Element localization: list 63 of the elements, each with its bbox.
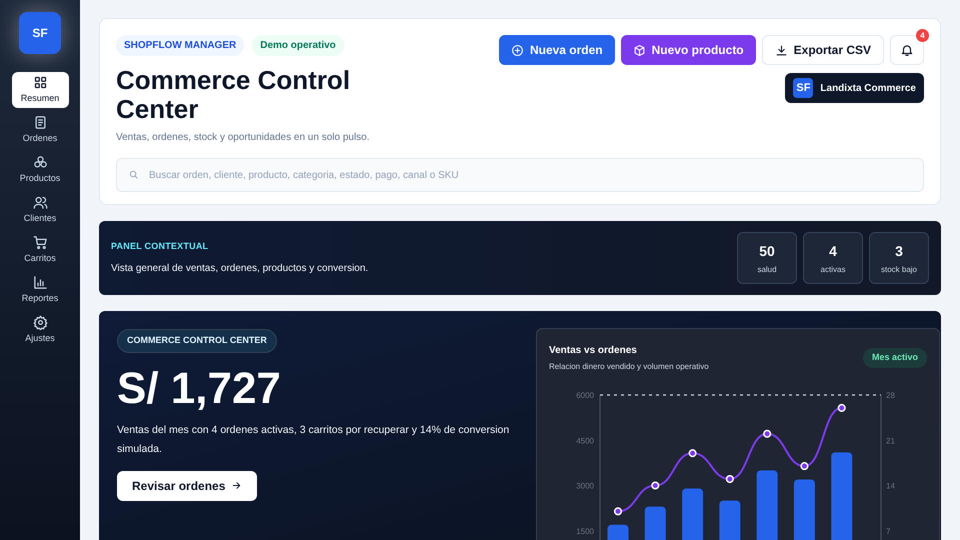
grid-icon: [32, 74, 48, 90]
stat-label: salud: [757, 264, 777, 276]
sidebar-item[interactable]: Productos: [12, 152, 68, 188]
sidebar-item[interactable]: Resumen: [12, 72, 68, 108]
search-field[interactable]: Buscar orden, cliente, producto, categoria, estado, pago, canal o SKU: [116, 158, 924, 192]
axis-tick-label: 21: [886, 436, 895, 446]
status-badge: Demo operativo: [252, 35, 344, 56]
sidebar-item[interactable]: Ajustes: [12, 312, 68, 348]
stat-label: stock bajo: [880, 264, 918, 276]
axis-tick-label: 14: [886, 482, 895, 490]
data-point: [800, 462, 808, 470]
sidebar-item[interactable]: Carritos: [12, 232, 68, 268]
chart-subtitle: Relacion dinero vendido y volumen operativo: [549, 361, 709, 373]
stat-value: 3: [895, 242, 903, 260]
account-button[interactable]: SF Landixta Commerce: [785, 73, 924, 103]
sidebar-item[interactable]: Clientes: [12, 192, 68, 228]
notification-count: 4: [916, 29, 929, 42]
axis-tick-label: 28: [886, 391, 895, 400]
page-subtitle: Ventas, ordenes, stock y oportunidades en un solo pulso.: [116, 131, 371, 145]
axis-tick-label: 6000: [576, 391, 594, 400]
stat-value: 50: [759, 242, 775, 260]
bar-chart-icon: [32, 274, 48, 290]
plus-circle-icon: [510, 44, 524, 56]
account-name: Landixta Commerce: [820, 82, 916, 96]
account-avatar: SF: [793, 78, 814, 98]
data-point: [726, 474, 734, 484]
logo: SF: [19, 12, 61, 54]
bell-icon: [900, 43, 914, 57]
sidebar-item[interactable]: Reportes: [12, 272, 68, 308]
export-button[interactable]: Exportar CSV: [762, 35, 884, 65]
new-order-button[interactable]: Nueva orden: [498, 35, 615, 65]
stat-value: 4: [829, 242, 837, 260]
review-orders-button[interactable]: Revisar ordenes: [117, 470, 258, 500]
page-title: Commerce Control Center: [116, 66, 352, 124]
arrow-right-icon: [231, 480, 242, 491]
data-point: [614, 507, 622, 516]
stat-label: activas: [820, 264, 846, 276]
brand-badge: SHOPFLOW MANAGER: [116, 35, 244, 56]
download-icon: [774, 44, 788, 56]
panel-description: Vista general de ventas, ordenes, productos y conversion.: [111, 262, 368, 276]
settings-icon: [32, 314, 48, 330]
users-icon: [32, 194, 48, 210]
new-product-button[interactable]: Nuevo producto: [620, 35, 756, 65]
hero-badge: COMMERCE CONTROL CENTER: [117, 329, 277, 352]
chart-title: Ventas vs ordenes: [549, 344, 638, 358]
axis-tick-label: 3000: [576, 482, 594, 490]
data-point: [651, 481, 660, 490]
sales-amount: S/ 1,727: [117, 366, 282, 410]
panel-eyebrow: PANEL CONTEXTUAL: [111, 240, 210, 254]
data-point: [763, 430, 772, 438]
sidebar-item[interactable]: Ordenes: [12, 112, 68, 148]
axis-tick-label: 7: [886, 526, 890, 536]
data-point: [838, 404, 846, 412]
package-icon: [632, 44, 646, 56]
document-icon: [32, 114, 48, 130]
data-point: [688, 449, 697, 458]
hero-description: Ventas del mes con 4 ordenes activas, 3 carritos por recuperar y 14% de conversion simulada.: [117, 422, 510, 456]
boxes-icon: [32, 154, 48, 170]
cart-icon: [32, 234, 48, 250]
axis-tick-label: 4500: [576, 436, 594, 446]
period-badge: Mes activo: [862, 348, 927, 368]
search-icon: [128, 169, 139, 180]
axis-tick-label: 1500: [576, 526, 594, 536]
